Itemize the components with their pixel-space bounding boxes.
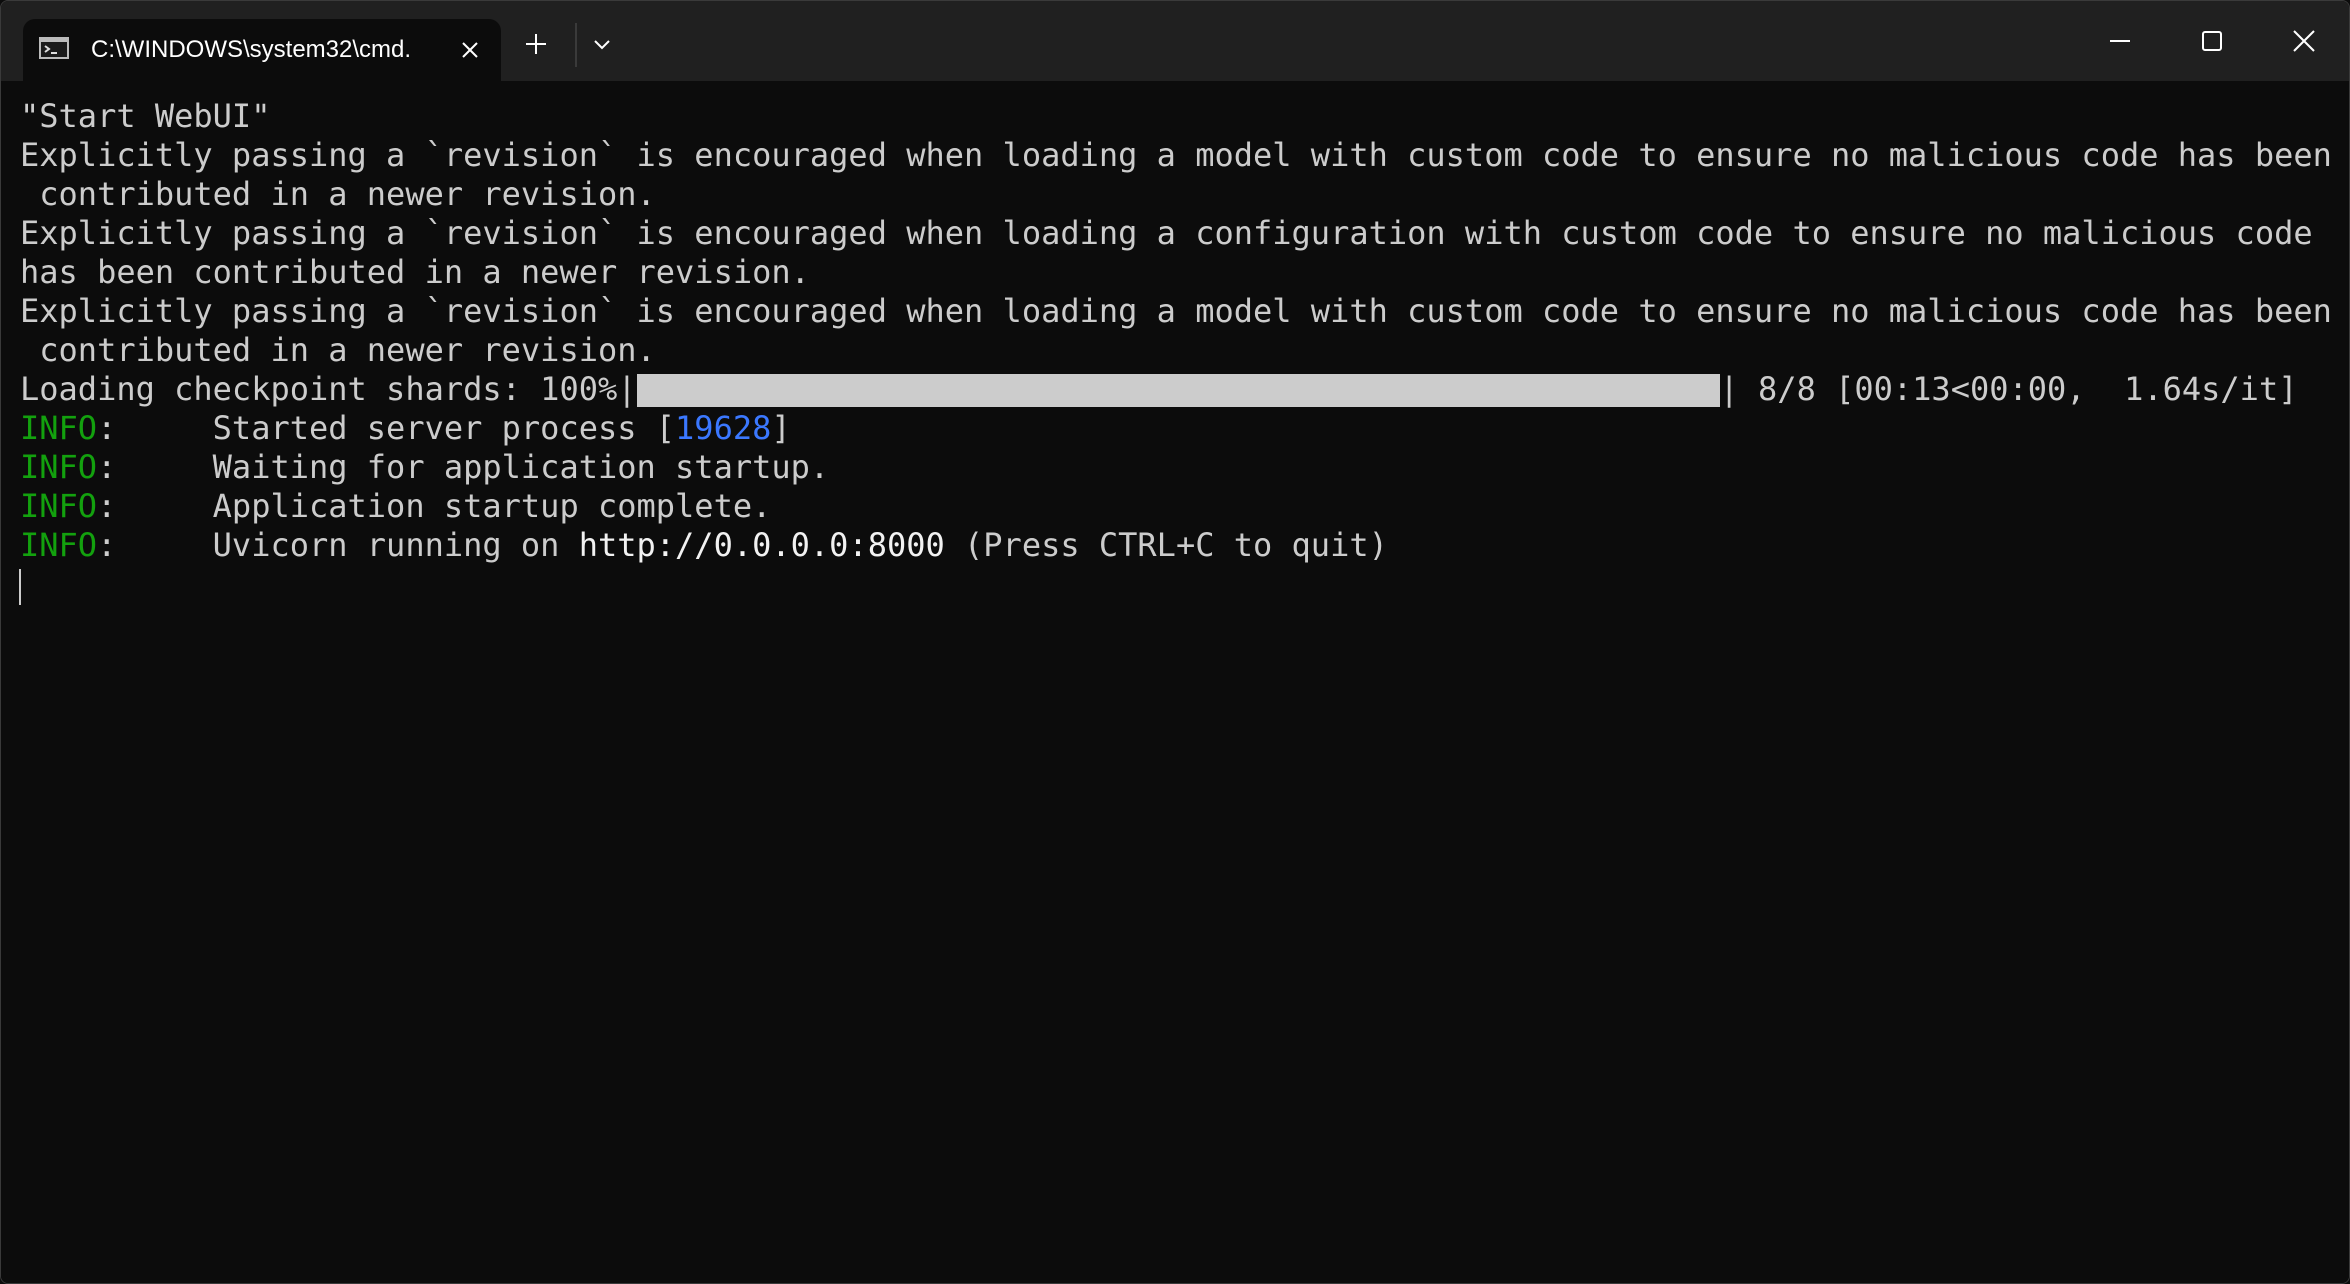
chevron-down-icon[interactable] [589, 37, 615, 53]
maximize-button[interactable] [2166, 1, 2258, 81]
close-window-button[interactable] [2258, 1, 2349, 81]
progress-bar [636, 374, 1720, 407]
info-label: INFO [20, 487, 98, 525]
terminal-output[interactable]: "Start WebUI" Explicitly passing a `revi… [1, 81, 2349, 1283]
minimize-icon [2110, 40, 2130, 42]
progress-suffix: | 8/8 [00:13<00:00, 1.64s/it] [1719, 370, 2298, 408]
info-text: Waiting for application startup. [116, 448, 830, 486]
tab-title: C:\WINDOWS\system32\cmd. [91, 36, 412, 63]
progress-prefix: Loading checkpoint shards: 100%| [20, 370, 637, 408]
tab-cmd[interactable]: C:\WINDOWS\system32\cmd. [23, 19, 501, 81]
process-id: 19628 [675, 409, 772, 447]
info-text: (Press CTRL+C to quit) [944, 526, 1388, 564]
info-text: Started server process [ [116, 409, 676, 447]
output-line: Explicitly passing a `revision` is encou… [20, 136, 2332, 174]
info-colon: : [97, 526, 117, 564]
text-cursor [19, 569, 21, 605]
info-text: Application startup complete. [116, 487, 772, 525]
minimize-button[interactable] [2074, 1, 2166, 81]
cmd-icon [39, 37, 69, 59]
server-url[interactable]: http://0.0.0.0:8000 [579, 526, 945, 564]
output-line: "Start WebUI" [20, 97, 271, 135]
info-text: Uvicorn running on [116, 526, 579, 564]
info-text: ] [771, 409, 791, 447]
info-line: INFO: Waiting for application startup. [20, 448, 829, 487]
plus-icon[interactable] [523, 31, 549, 57]
title-bar[interactable]: C:\WINDOWS\system32\cmd. [1, 1, 2349, 81]
tab-separator [575, 23, 577, 67]
info-colon: : [97, 487, 117, 525]
info-line: INFO: Started server process [19628] [20, 409, 791, 448]
info-line: INFO: Uvicorn running on http://0.0.0.0:… [20, 526, 1388, 565]
info-label: INFO [20, 448, 98, 486]
info-colon: : [97, 409, 117, 447]
info-label: INFO [20, 526, 98, 564]
info-colon: : [97, 448, 117, 486]
output-line: Explicitly passing a `revision` is encou… [20, 292, 2332, 330]
close-icon [2293, 30, 2315, 52]
close-icon[interactable] [457, 37, 483, 63]
output-line: contributed in a newer revision. [20, 175, 656, 213]
maximize-icon [2202, 31, 2222, 51]
info-label: INFO [20, 409, 98, 447]
info-line: INFO: Application startup complete. [20, 487, 771, 526]
output-line: contributed in a newer revision. [20, 331, 656, 369]
terminal-window: C:\WINDOWS\system32\cmd. "Start WebUI" E… [0, 0, 2350, 1284]
progress-line: Loading checkpoint shards: 100%| | 8/8 [0… [20, 370, 2297, 409]
output-line: has been contributed in a newer revision… [20, 253, 810, 291]
output-line: Explicitly passing a `revision` is encou… [20, 214, 2313, 252]
